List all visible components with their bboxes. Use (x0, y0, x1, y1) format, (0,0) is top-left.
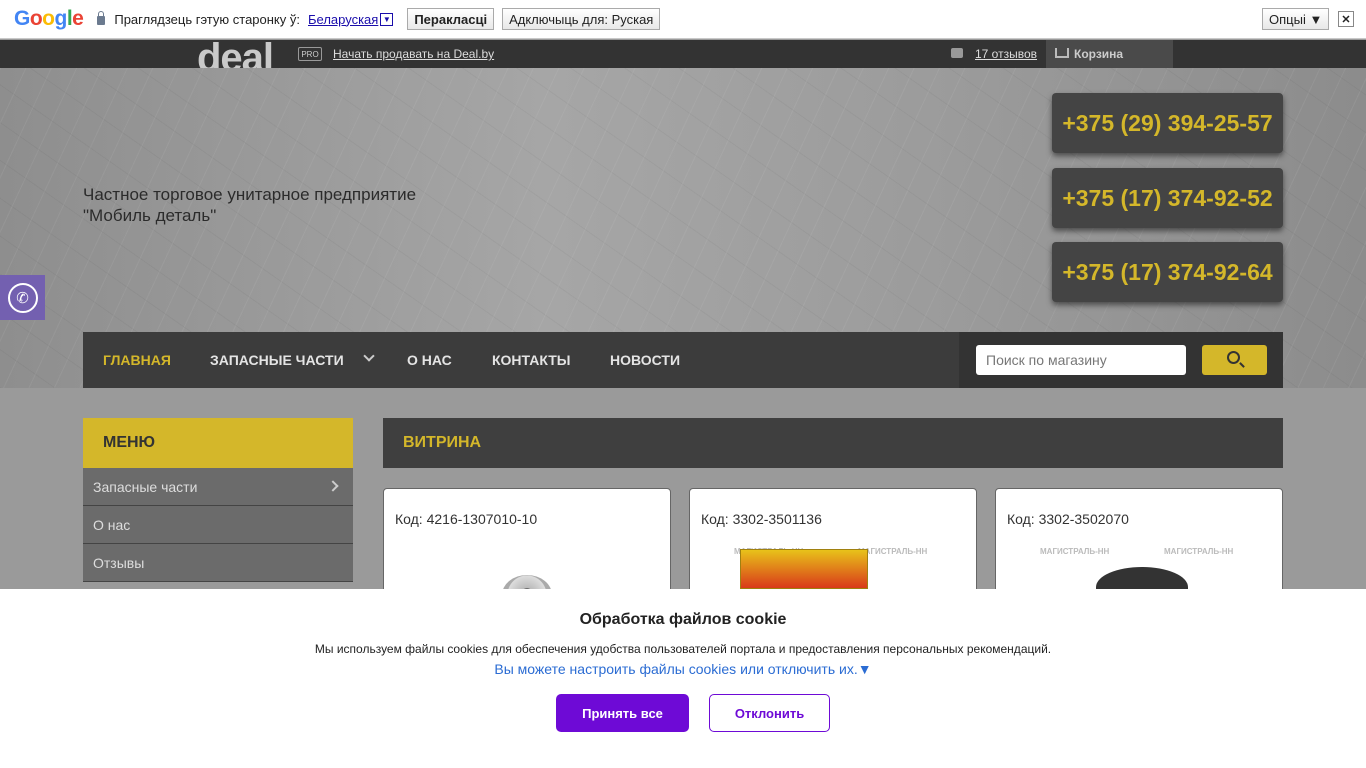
viber-icon: ✆ (7, 282, 38, 313)
watermark: МАГИСТРАЛЬ-НН (1164, 547, 1234, 556)
phone-number[interactable]: +375 (17) 374-92-52 (1052, 168, 1283, 228)
translate-bar: Google Праглядзець гэтую старонку ў: Бел… (0, 0, 1366, 39)
search-area (959, 332, 1283, 388)
showcase-title: ВИТРИНА (383, 418, 1283, 468)
translate-language-link[interactable]: Беларуская (308, 12, 378, 27)
translate-prompt: Праглядзець гэтую старонку ў: (114, 11, 300, 27)
cookie-settings-link[interactable]: Вы можете настроить файлы cookies или от… (0, 661, 1366, 677)
translate-button[interactable]: Перакласці (407, 8, 495, 30)
cart-button[interactable]: Корзина (1046, 40, 1173, 68)
lock-icon (97, 11, 106, 25)
language-dropdown-icon[interactable]: ▼ (380, 12, 394, 26)
company-name: Частное торговое унитарное предприятие "… (83, 185, 417, 225)
comment-icon (951, 48, 963, 58)
start-selling-link[interactable]: Начать продавать на Deal.by (333, 47, 494, 61)
translate-options-button[interactable]: Опцыі ▼ (1262, 8, 1330, 30)
watermark: МАГИСТРАЛЬ-НН (858, 547, 928, 556)
google-logo: Google (14, 7, 84, 30)
cart-label: Корзина (1074, 47, 1124, 61)
sidebar-item-reviews[interactable]: Отзывы (83, 544, 353, 582)
viber-button[interactable]: ✆ (0, 275, 45, 320)
chevron-down-icon[interactable] (363, 350, 375, 362)
search-input[interactable] (976, 345, 1186, 375)
nav-contacts[interactable]: Контакты (492, 352, 570, 368)
pro-badge: PRO (298, 47, 322, 61)
cart-icon (1055, 48, 1069, 58)
decline-button[interactable]: Отклонить (709, 694, 830, 732)
nav-home[interactable]: Главная (103, 352, 171, 368)
sidebar-item-spare-parts[interactable]: Запасные части (83, 468, 353, 506)
cookie-text: Мы используем файлы cookies для обеспече… (314, 642, 1052, 656)
nav-about[interactable]: О нас (407, 352, 452, 368)
product-image[interactable] (740, 549, 868, 589)
sidebar-item-about[interactable]: О нас (83, 506, 353, 544)
nav-news[interactable]: Новости (610, 352, 680, 368)
main-nav: Главная Запасные части О нас Контакты Но… (83, 332, 1283, 388)
watermark: МАГИСТРАЛЬ-НН (1040, 547, 1110, 556)
cookie-banner: Обработка файлов cookie Мы используем фа… (0, 589, 1366, 768)
product-code: Код: 3302-3502070 (1007, 511, 1129, 527)
product-code: Код: 3302-3501136 (701, 511, 822, 527)
chevron-right-icon (327, 480, 339, 492)
cookie-title: Обработка файлов cookie (579, 611, 787, 628)
search-icon (1227, 351, 1240, 364)
accept-all-button[interactable]: Принять все (556, 694, 689, 732)
nav-spare-parts[interactable]: Запасные части (210, 352, 344, 368)
product-code: Код: 4216-1307010-10 (395, 511, 538, 527)
close-icon[interactable]: ✕ (1338, 11, 1354, 27)
reviews-link[interactable]: 17 отзывов (975, 47, 1037, 61)
deal-topbar: deal PRO Начать продавать на Deal.by 17 … (0, 38, 1366, 78)
search-button[interactable] (1202, 345, 1267, 375)
phone-number[interactable]: +375 (29) 394-25-57 (1052, 93, 1283, 153)
disable-translate-button[interactable]: Адключыць для: Руская (502, 8, 661, 30)
phone-number[interactable]: +375 (17) 374-92-64 (1052, 242, 1283, 302)
sidebar-menu-title: МЕНЮ (83, 418, 353, 468)
